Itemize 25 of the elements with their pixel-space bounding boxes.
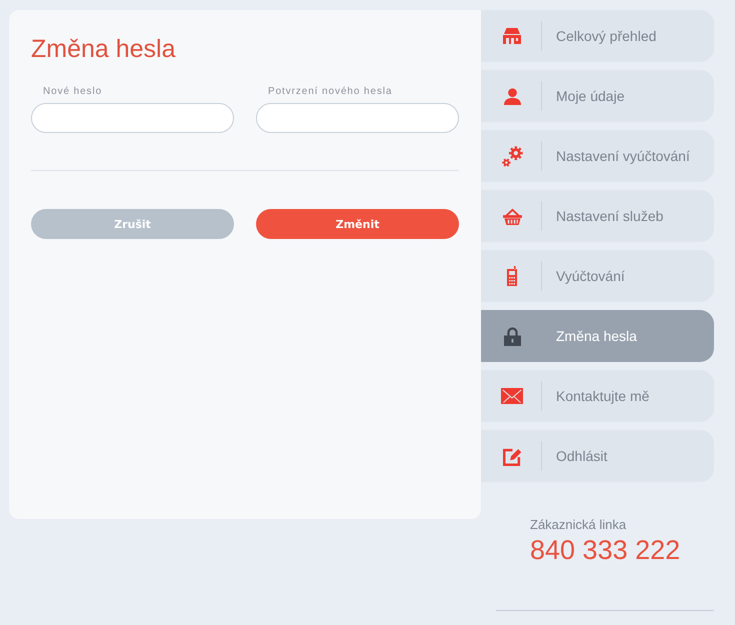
sidebar-item[interactable]: Nastavení vyúčtování — [481, 130, 714, 182]
hotline-label: Zákaznická linka — [530, 516, 626, 534]
sidebar-item[interactable]: Odhlásit — [481, 430, 714, 482]
sidebar-item[interactable]: Vyúčtování — [481, 250, 714, 302]
input-field[interactable] — [31, 103, 234, 133]
field-label: Potvrzení nového hesla — [268, 85, 392, 99]
input-field[interactable] — [256, 103, 459, 133]
person-icon — [504, 88, 520, 104]
sidebar-item[interactable]: Kontaktujte mě — [481, 370, 714, 422]
sidebar-item[interactable]: Celkový přehled — [481, 10, 714, 62]
phone-number: 840 333 222 — [530, 534, 680, 566]
field-label: Nové heslo — [43, 85, 102, 99]
page-title: Změna hesla — [31, 34, 177, 65]
sidebar-item[interactable]: Moje údaje — [481, 70, 714, 122]
sidebar-item[interactable]: Nastavení služeb — [481, 190, 714, 242]
envelope-icon — [501, 388, 523, 404]
house-icon — [502, 28, 522, 44]
mobile-phone-icon — [506, 266, 518, 286]
change-button[interactable]: Změnit — [256, 209, 459, 239]
sidebar-item[interactable]: Změna hesla — [481, 310, 714, 362]
edit-icon — [502, 446, 522, 466]
cancel-button[interactable]: Zrušit — [31, 209, 234, 239]
gears-icon — [502, 146, 522, 166]
basket-icon — [502, 208, 522, 224]
lock-icon — [504, 326, 520, 346]
